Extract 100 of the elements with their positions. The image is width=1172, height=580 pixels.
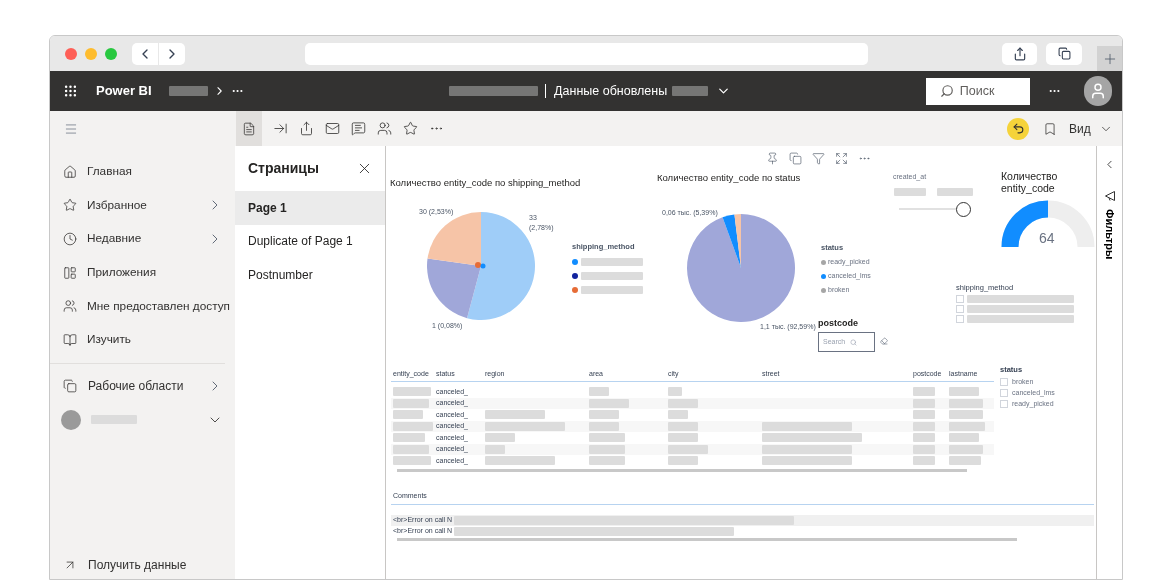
zoom-window-icon[interactable] xyxy=(104,47,117,60)
redacted-block xyxy=(913,456,935,466)
star-icon[interactable] xyxy=(403,121,418,136)
arrow-to-line-icon[interactable] xyxy=(273,121,288,136)
refresh-status: Данные обновлены xyxy=(554,82,668,100)
redacted-block xyxy=(937,188,973,196)
redacted-block xyxy=(668,456,698,466)
redacted-block xyxy=(393,456,431,466)
share-icon xyxy=(1012,46,1027,61)
nav-item[interactable]: Главная xyxy=(50,155,235,189)
stacked-windows-icon xyxy=(63,379,77,394)
redacted-block xyxy=(668,433,698,443)
redacted-block xyxy=(393,444,429,454)
search-icon xyxy=(850,338,858,346)
filter-icon[interactable] xyxy=(812,152,825,165)
share-icon[interactable] xyxy=(299,121,314,136)
page-icon xyxy=(242,121,256,136)
pages-button[interactable] xyxy=(236,111,262,146)
clock-icon xyxy=(63,232,77,246)
redacted-block xyxy=(589,444,625,454)
nav-item[interactable]: Приложения xyxy=(50,255,235,290)
search-field[interactable]: Поиск xyxy=(925,77,1030,105)
slicer-title: postcode xyxy=(818,317,858,330)
home-icon xyxy=(63,164,77,179)
mail-icon[interactable] xyxy=(325,121,340,136)
nav-item[interactable]: Избранное xyxy=(50,188,235,223)
back-button[interactable] xyxy=(131,42,158,65)
redacted-block xyxy=(894,188,926,196)
redacted-block xyxy=(668,444,708,454)
checkbox[interactable] xyxy=(1000,388,1008,397)
people-icon[interactable] xyxy=(377,121,392,136)
nav-item[interactable]: Получить данные xyxy=(50,551,235,579)
checkbox[interactable] xyxy=(1000,377,1008,386)
nav-item[interactable]: Изучить xyxy=(50,322,235,357)
app-name: Power BI xyxy=(96,82,152,101)
redacted-block xyxy=(949,444,983,454)
horizontal-scrollbar[interactable] xyxy=(397,538,1017,541)
redacted-block xyxy=(949,410,983,420)
apps-icon xyxy=(63,265,77,280)
redacted-block xyxy=(589,456,625,466)
redacted-block xyxy=(913,433,935,443)
share-button[interactable] xyxy=(1002,42,1038,65)
redacted-block xyxy=(589,410,619,420)
book-icon xyxy=(63,332,77,347)
page-tab[interactable]: Postnumber xyxy=(235,258,385,292)
expand-icon[interactable] xyxy=(835,152,848,165)
checkbox[interactable] xyxy=(956,295,964,304)
copy-icon[interactable] xyxy=(789,152,802,165)
date-slider[interactable] xyxy=(899,202,971,217)
view-menu[interactable]: Вид xyxy=(1069,119,1091,138)
nav-item[interactable]: Мне предоставлен доступ xyxy=(50,289,235,323)
page-tab[interactable]: Duplicate of Page 1 xyxy=(235,224,385,258)
redacted-block xyxy=(393,387,431,397)
search-icon xyxy=(939,84,954,98)
slider-thumb[interactable] xyxy=(956,202,971,217)
bookmark-icon[interactable] xyxy=(1043,121,1057,136)
checkbox[interactable] xyxy=(956,305,964,314)
nav-item[interactable]: Рабочие области xyxy=(50,369,235,404)
page-tab[interactable]: Page 1 xyxy=(235,191,385,225)
redacted-block xyxy=(581,285,643,294)
close-window-icon[interactable] xyxy=(65,47,77,60)
gauge-title: Количество entity_code xyxy=(1001,170,1059,194)
redacted-block xyxy=(949,421,985,431)
redacted-block xyxy=(393,433,425,443)
redacted-block xyxy=(913,387,935,397)
redacted-block xyxy=(949,433,979,443)
new-tab-button[interactable] xyxy=(1097,46,1122,71)
redacted-block xyxy=(913,398,935,408)
star-icon xyxy=(63,198,77,213)
tabs-button[interactable] xyxy=(1046,42,1083,65)
checkbox[interactable] xyxy=(956,315,964,324)
chart-title: Количество entity_code по shipping_method xyxy=(390,176,581,190)
horizontal-scrollbar[interactable] xyxy=(397,468,967,472)
forward-button[interactable] xyxy=(158,42,185,65)
tabs-icon xyxy=(1057,47,1071,60)
filters-title[interactable]: Фильтры xyxy=(1101,209,1118,260)
nav-item[interactable]: Недавние xyxy=(50,222,235,256)
people-icon xyxy=(63,299,77,314)
checkbox[interactable] xyxy=(1000,399,1008,408)
redacted-block xyxy=(485,410,545,420)
comment-icon[interactable] xyxy=(351,121,366,136)
eraser-icon[interactable] xyxy=(880,337,888,345)
redacted-block xyxy=(485,456,555,466)
redacted-block xyxy=(949,456,981,466)
separator-bar xyxy=(545,84,547,98)
pages-title: Страницы xyxy=(248,159,320,178)
chart-title: Количество entity_code по status xyxy=(657,171,801,185)
pin-icon[interactable] xyxy=(766,152,779,165)
redacted-block xyxy=(581,257,643,266)
redacted-block xyxy=(913,444,935,454)
menu-icon[interactable] xyxy=(64,121,78,136)
undo-button[interactable] xyxy=(1007,117,1029,140)
redacted-block xyxy=(393,398,429,408)
speaker-icon xyxy=(1104,191,1115,201)
redacted-block xyxy=(589,421,619,431)
avatar[interactable] xyxy=(1083,76,1112,106)
redacted-block xyxy=(672,86,708,96)
redacted-block xyxy=(913,421,935,431)
app-launcher-icon[interactable] xyxy=(63,83,78,99)
workspace-avatar xyxy=(61,409,81,430)
